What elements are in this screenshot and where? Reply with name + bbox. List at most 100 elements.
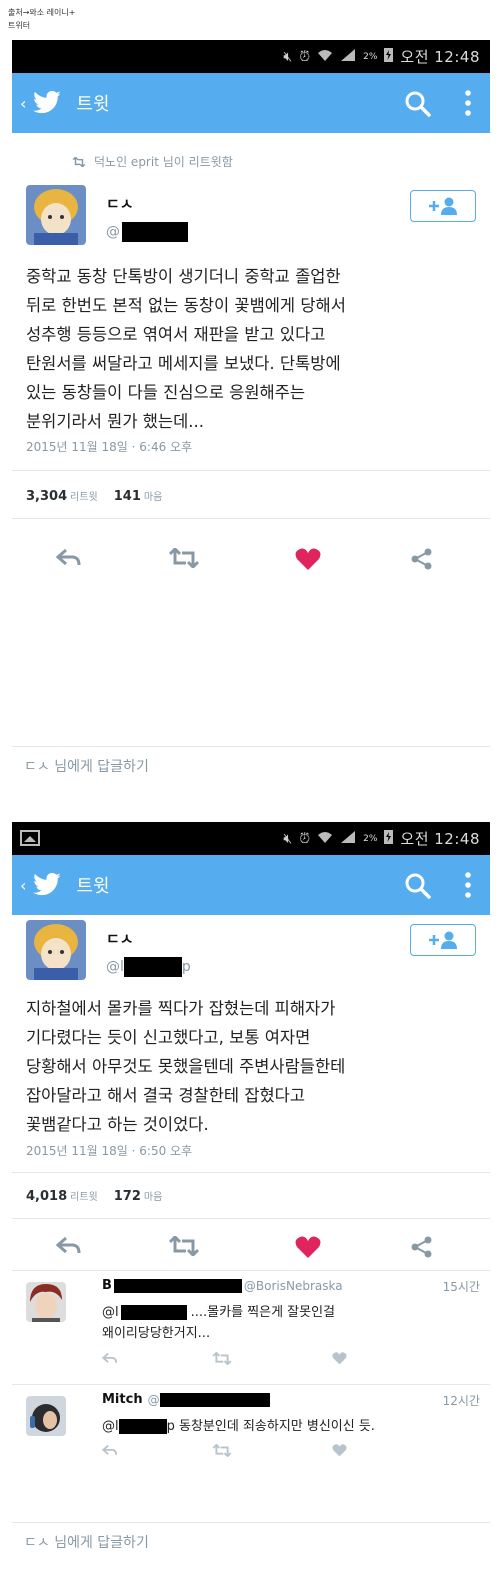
avatar[interactable]	[26, 185, 86, 245]
reply-time: 12시간	[442, 1394, 480, 1408]
tweet-stats: 3,304 리트윗 141 마음	[26, 488, 162, 504]
tweet-line: 탄원서를 써달라고 메세지를 보냈다. 단톡방에	[26, 354, 341, 373]
battery-icon	[384, 47, 394, 66]
avatar[interactable]	[26, 920, 86, 980]
wifi-icon	[317, 830, 333, 848]
tweet-line: 기다렸다는 듯이 신고했다고, 보통 여자면	[26, 1028, 311, 1047]
redaction-bar	[118, 1419, 167, 1434]
reply-icon[interactable]	[102, 1352, 118, 1365]
search-icon[interactable]	[404, 90, 432, 118]
tweet-actions	[12, 540, 490, 580]
tweet-line: 지하철에서 몰카를 찍다가 잡혔는데 피해자가	[26, 999, 336, 1018]
heart-icon[interactable]	[295, 548, 321, 571]
heart-icon[interactable]	[332, 1352, 347, 1365]
retweet-icon[interactable]	[168, 548, 200, 568]
handle-prefix: @	[106, 224, 120, 240]
mute-icon: 🔇︎	[283, 830, 293, 847]
battery-percent: 2%	[363, 51, 378, 62]
tweet-line: 당황해서 아무것도 못했을텐데 주변사람들한테	[26, 1057, 346, 1076]
retweet-icon[interactable]	[212, 1352, 232, 1365]
tweet-line: 잡아달라고 해서 결국 경찰한테 잡혔다고	[26, 1086, 306, 1105]
screenshot-2: 🔇︎ ⏰︎ 2% 오전 12:48 ‹ 트윗 ㄷㅅ @l p 지하철에서 몰카를…	[12, 822, 490, 1584]
retweet-icon[interactable]	[168, 1236, 200, 1256]
divider	[12, 1270, 490, 1271]
share-icon[interactable]	[411, 1236, 433, 1258]
screenshot-1: 🔇︎ ⏰︎ 2% 오전 12:48 ‹ 트윗 덕노인 eprit 님이 리트윗함…	[12, 40, 490, 800]
follow-button[interactable]	[410, 924, 476, 956]
retweet-icon[interactable]	[212, 1444, 232, 1457]
tweet-line: 있는 동창들이 다들 진심으로 응원해주는	[26, 383, 306, 402]
tweet-date: 2015년 11월 18일 · 6:50 오후	[26, 1144, 193, 1158]
reply-avatar[interactable]	[26, 1396, 66, 1436]
reply-tweet[interactable]: Mitch @ 12시간 @l p 동창분인데 죄송하지만 병신이신 듯.	[12, 1388, 490, 1498]
author-name[interactable]: ㄷㅅ	[106, 193, 188, 214]
tweet-text: 지하철에서 몰카를 찍다가 잡혔는데 피해자가 기다렸다는 듯이 신고했다고, …	[26, 994, 476, 1139]
tweet-line: 중학교 동창 단톡방이 생기더니 중학교 졸업한	[26, 267, 341, 286]
signal-icon	[340, 48, 356, 66]
more-icon[interactable]	[464, 89, 472, 117]
battery-icon	[384, 829, 394, 848]
reply-mention[interactable]: @l	[102, 1416, 119, 1437]
source-note: 출처→와소 레이니+ 트위터	[8, 6, 75, 32]
retweet-count[interactable]: 4,018 리트윗	[26, 1188, 98, 1204]
source-note-line1: 출처→와소 레이니+	[8, 8, 76, 17]
retweet-note-text: 덕노인 eprit 님이 리트윗함	[94, 155, 233, 169]
handle-suffix: p	[181, 959, 191, 975]
reply-line: p 동창분인데 죄송하지만 병신이신 듯.	[166, 1419, 375, 1434]
author-handle[interactable]: @	[106, 222, 188, 242]
share-icon[interactable]	[411, 548, 433, 570]
retweet-count[interactable]: 3,304 리트윗	[26, 488, 98, 504]
tweet-actions	[12, 1228, 490, 1268]
tweet-line: 뒤로 한번도 본적 없는 동창이 꽃뱀에게 당해서	[26, 296, 346, 315]
reply-line: ....몰카를 찍은게 잘못인걸	[190, 1305, 336, 1320]
author-handle[interactable]: @l p	[106, 957, 191, 977]
divider	[12, 470, 490, 471]
author-name[interactable]: ㄷㅅ	[106, 928, 191, 949]
reply-author[interactable]: Mitch @	[102, 1392, 270, 1407]
heart-icon[interactable]	[295, 1236, 321, 1259]
follow-button[interactable]	[410, 190, 476, 222]
wifi-icon	[317, 48, 333, 66]
divider	[12, 1218, 490, 1219]
reply-input[interactable]: ㄷㅅ 님에게 답글하기	[12, 746, 490, 786]
reply-icon[interactable]	[56, 548, 82, 568]
status-time: 오전 12:48	[400, 830, 480, 848]
search-icon[interactable]	[404, 872, 432, 900]
reply-icon[interactable]	[56, 1236, 82, 1256]
like-count[interactable]: 172 마음	[114, 1188, 163, 1204]
battery-percent: 2%	[363, 833, 378, 844]
app-bar: ‹ 트윗	[12, 855, 490, 915]
reply-avatar[interactable]	[26, 1282, 66, 1322]
reply-input[interactable]: ㄷㅅ 님에게 답글하기	[12, 1522, 490, 1562]
tweet-date: 2015년 11월 18일 · 6:46 오후	[26, 440, 193, 454]
reply-author[interactable]: B @BorisNebraska	[102, 1278, 343, 1293]
app-bar-title: 트윗	[76, 876, 110, 897]
tweet-text: 중학교 동창 단톡방이 생기더니 중학교 졸업한 뒤로 한번도 본적 없는 동창…	[26, 262, 476, 436]
handle-prefix: @l	[106, 959, 124, 975]
back-icon[interactable]: ‹	[20, 94, 26, 113]
back-icon[interactable]: ‹	[20, 876, 26, 895]
reply-line: 왜이리당당한거지...	[102, 1326, 211, 1341]
reply-author-handle: @BorisNebraska	[243, 1278, 343, 1293]
tweet-stats: 4,018 리트윗 172 마음	[26, 1188, 162, 1204]
reply-actions	[102, 1352, 372, 1368]
more-icon[interactable]	[464, 871, 472, 899]
reply-time: 15시간	[442, 1280, 480, 1294]
reply-text: @l ....몰카를 찍은게 잘못인걸 왜이리당당한거지...	[102, 1302, 335, 1344]
gallery-icon	[20, 830, 40, 846]
reply-author-handle: @	[147, 1392, 160, 1407]
follow-icon	[429, 197, 457, 215]
redaction-bar	[120, 1305, 187, 1320]
mute-icon: 🔇︎	[283, 48, 293, 65]
reply-tweet[interactable]: B @BorisNebraska 15시간 @l ....몰카를 찍은게 잘못인…	[12, 1274, 490, 1384]
reply-icon[interactable]	[102, 1444, 118, 1457]
reply-author-name: B	[102, 1278, 112, 1293]
heart-icon[interactable]	[332, 1444, 347, 1457]
reply-text: @l p 동창분인데 죄송하지만 병신이신 듯.	[102, 1416, 375, 1437]
reply-mention[interactable]: @l	[102, 1302, 119, 1323]
reply-author-name: Mitch	[102, 1392, 143, 1407]
like-count[interactable]: 141 마음	[114, 488, 163, 504]
twitter-bird-icon[interactable]	[32, 872, 62, 898]
redaction-bar	[113, 1278, 242, 1293]
twitter-bird-icon[interactable]	[32, 90, 62, 116]
